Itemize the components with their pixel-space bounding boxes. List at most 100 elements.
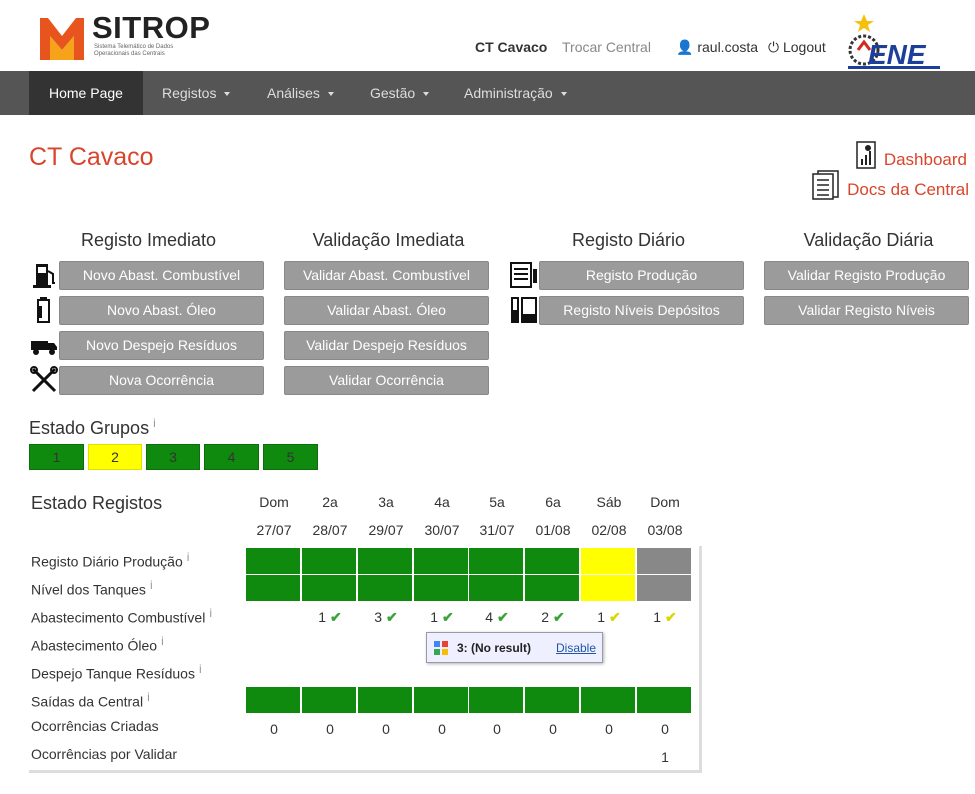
combustivel-count-cell[interactable]: 1 ✔ xyxy=(581,609,637,626)
info-icon[interactable]: i xyxy=(199,662,202,676)
saidas-status-cell[interactable] xyxy=(581,687,635,713)
validacao-diaria-title: Validação Diária xyxy=(803,230,934,250)
tanques-status-cell[interactable] xyxy=(414,575,468,601)
info-icon[interactable]: i xyxy=(153,416,156,430)
logout-link[interactable]: ⏻ Logout xyxy=(768,39,826,56)
registo-niveis-depositos-button[interactable]: Registo Níveis Depósitos xyxy=(539,296,744,325)
combustivel-count-cell[interactable]: 1 ✔ xyxy=(302,609,358,626)
power-icon: ⏻ xyxy=(768,39,780,55)
day-header: Dom xyxy=(259,494,289,510)
saidas-status-cell[interactable] xyxy=(637,687,691,713)
validar-registo-niveis-button[interactable]: Validar Registo Níveis xyxy=(764,296,969,325)
info-icon[interactable]: i xyxy=(209,606,212,620)
day-header: 2a xyxy=(322,494,338,510)
info-icon[interactable]: i xyxy=(187,550,190,564)
docs-central-link[interactable]: Docs da Central xyxy=(847,180,969,200)
tanques-status-cell[interactable] xyxy=(469,575,523,601)
combustivel-count-cell[interactable]: 2 ✔ xyxy=(525,609,581,626)
day-header: Dom xyxy=(650,494,680,510)
date-header: 03/08 xyxy=(647,522,683,538)
check-icon: ✔ xyxy=(661,609,677,625)
user-link[interactable]: 👤 raul.costa xyxy=(676,39,758,56)
row-label-text: Ocorrências Criadas xyxy=(31,718,159,734)
tanques-status-cell[interactable] xyxy=(637,575,691,601)
saidas-status-cell[interactable] xyxy=(246,687,300,713)
dashboard-link[interactable]: Dashboard xyxy=(884,150,967,170)
ocorrencias-por-validar-cell[interactable]: 1 xyxy=(637,749,693,765)
date-header: 02/08 xyxy=(591,522,627,538)
nav-home[interactable]: Home Page xyxy=(29,71,143,115)
row-label-text: Abastecimento Óleo xyxy=(31,637,158,654)
tanques-status-cell[interactable] xyxy=(581,575,635,601)
validacao-imediata-title: Validação Imediata xyxy=(312,230,465,250)
date-header: 31/07 xyxy=(479,522,515,538)
combustivel-count-cell[interactable]: 4 ✔ xyxy=(469,609,525,626)
registo-producao-button[interactable]: Registo Produção xyxy=(539,261,744,290)
nav-analises[interactable]: Análises xyxy=(247,71,354,115)
producao-status-cell[interactable] xyxy=(246,548,300,574)
producao-status-cell[interactable] xyxy=(581,548,635,574)
registo-imediato-title: Registo Imediato xyxy=(80,230,217,250)
nav-registos-label: Registos xyxy=(162,85,217,101)
validar-despejo-residuos-button[interactable]: Validar Despejo Resíduos xyxy=(284,331,489,360)
caret-down-icon xyxy=(327,92,334,97)
validar-abast-oleo-button[interactable]: Validar Abast. Óleo xyxy=(284,296,489,325)
producao-status-cell[interactable] xyxy=(358,548,412,574)
check-icon: ✔ xyxy=(493,609,509,625)
row-label: Saídas da Central i xyxy=(31,690,150,710)
saidas-status-cell[interactable] xyxy=(525,687,579,713)
date-header: 30/07 xyxy=(424,522,460,538)
group-4[interactable]: 4 xyxy=(204,444,259,470)
producao-status-cell[interactable] xyxy=(469,548,523,574)
combustivel-count-cell[interactable]: 1 ✔ xyxy=(414,609,470,626)
saidas-status-cell[interactable] xyxy=(302,687,356,713)
producao-status-cell[interactable] xyxy=(525,548,579,574)
vertical-scrollbar[interactable] xyxy=(699,546,702,772)
tanques-status-cell[interactable] xyxy=(246,575,300,601)
day-header: 4a xyxy=(434,494,450,510)
tank-levels-icon xyxy=(511,297,537,323)
ocorrencias-criadas-cell: 0 xyxy=(438,721,446,737)
row-label: Ocorrências por Validar xyxy=(31,746,177,762)
producao-status-cell[interactable] xyxy=(302,548,356,574)
combustivel-count-cell[interactable]: 1 ✔ xyxy=(637,609,693,626)
logout-label: Logout xyxy=(782,39,826,55)
group-1[interactable]: 1 xyxy=(29,444,84,470)
info-icon[interactable]: i xyxy=(147,690,150,704)
nav-gestao[interactable]: Gestão xyxy=(350,71,449,115)
ene-logo: ENE xyxy=(848,14,940,70)
row-label-text: Despejo Tanque Resíduos xyxy=(31,665,195,682)
saidas-status-cell[interactable] xyxy=(358,687,412,713)
producao-status-cell[interactable] xyxy=(414,548,468,574)
saidas-status-cell[interactable] xyxy=(469,687,523,713)
validar-abast-combustivel-button[interactable]: Validar Abast. Combustível xyxy=(284,261,489,290)
popup-disable-link[interactable]: Disable xyxy=(556,641,596,655)
validar-registo-producao-button[interactable]: Validar Registo Produção xyxy=(764,261,969,290)
current-central[interactable]: CT Cavaco xyxy=(475,39,547,55)
combustivel-count-cell[interactable]: 3 ✔ xyxy=(358,609,414,626)
group-5[interactable]: 5 xyxy=(263,444,318,470)
tanques-status-cell[interactable] xyxy=(358,575,412,601)
check-icon: ✔ xyxy=(438,609,454,625)
info-icon[interactable]: i xyxy=(150,578,153,592)
nav-registos[interactable]: Registos xyxy=(142,71,250,115)
group-3[interactable]: 3 xyxy=(146,444,200,470)
switch-central-link[interactable]: Trocar Central xyxy=(562,39,651,55)
info-icon[interactable]: i xyxy=(161,634,164,648)
count-value: 1 xyxy=(318,609,327,625)
validar-ocorrencia-button[interactable]: Validar Ocorrência xyxy=(284,366,489,395)
saidas-status-cell[interactable] xyxy=(414,687,468,713)
novo-abast-combustivel-button[interactable]: Novo Abast. Combustível xyxy=(59,261,264,290)
group-2[interactable]: 2 xyxy=(88,444,142,470)
nova-ocorrencia-button[interactable]: Nova Ocorrência xyxy=(59,366,264,395)
producao-status-cell[interactable] xyxy=(637,548,691,574)
tanques-status-cell[interactable] xyxy=(302,575,356,601)
novo-despejo-residuos-button[interactable]: Novo Despejo Resíduos xyxy=(59,331,264,360)
ocorrencias-criadas-cell: 0 xyxy=(493,721,501,737)
nav-administracao[interactable]: Administração xyxy=(444,71,587,115)
count-value: 2 xyxy=(541,609,550,625)
horizontal-scrollbar[interactable] xyxy=(29,770,702,773)
novo-abast-oleo-button[interactable]: Novo Abast. Óleo xyxy=(59,296,264,325)
caret-down-icon xyxy=(224,92,231,97)
tanques-status-cell[interactable] xyxy=(525,575,579,601)
